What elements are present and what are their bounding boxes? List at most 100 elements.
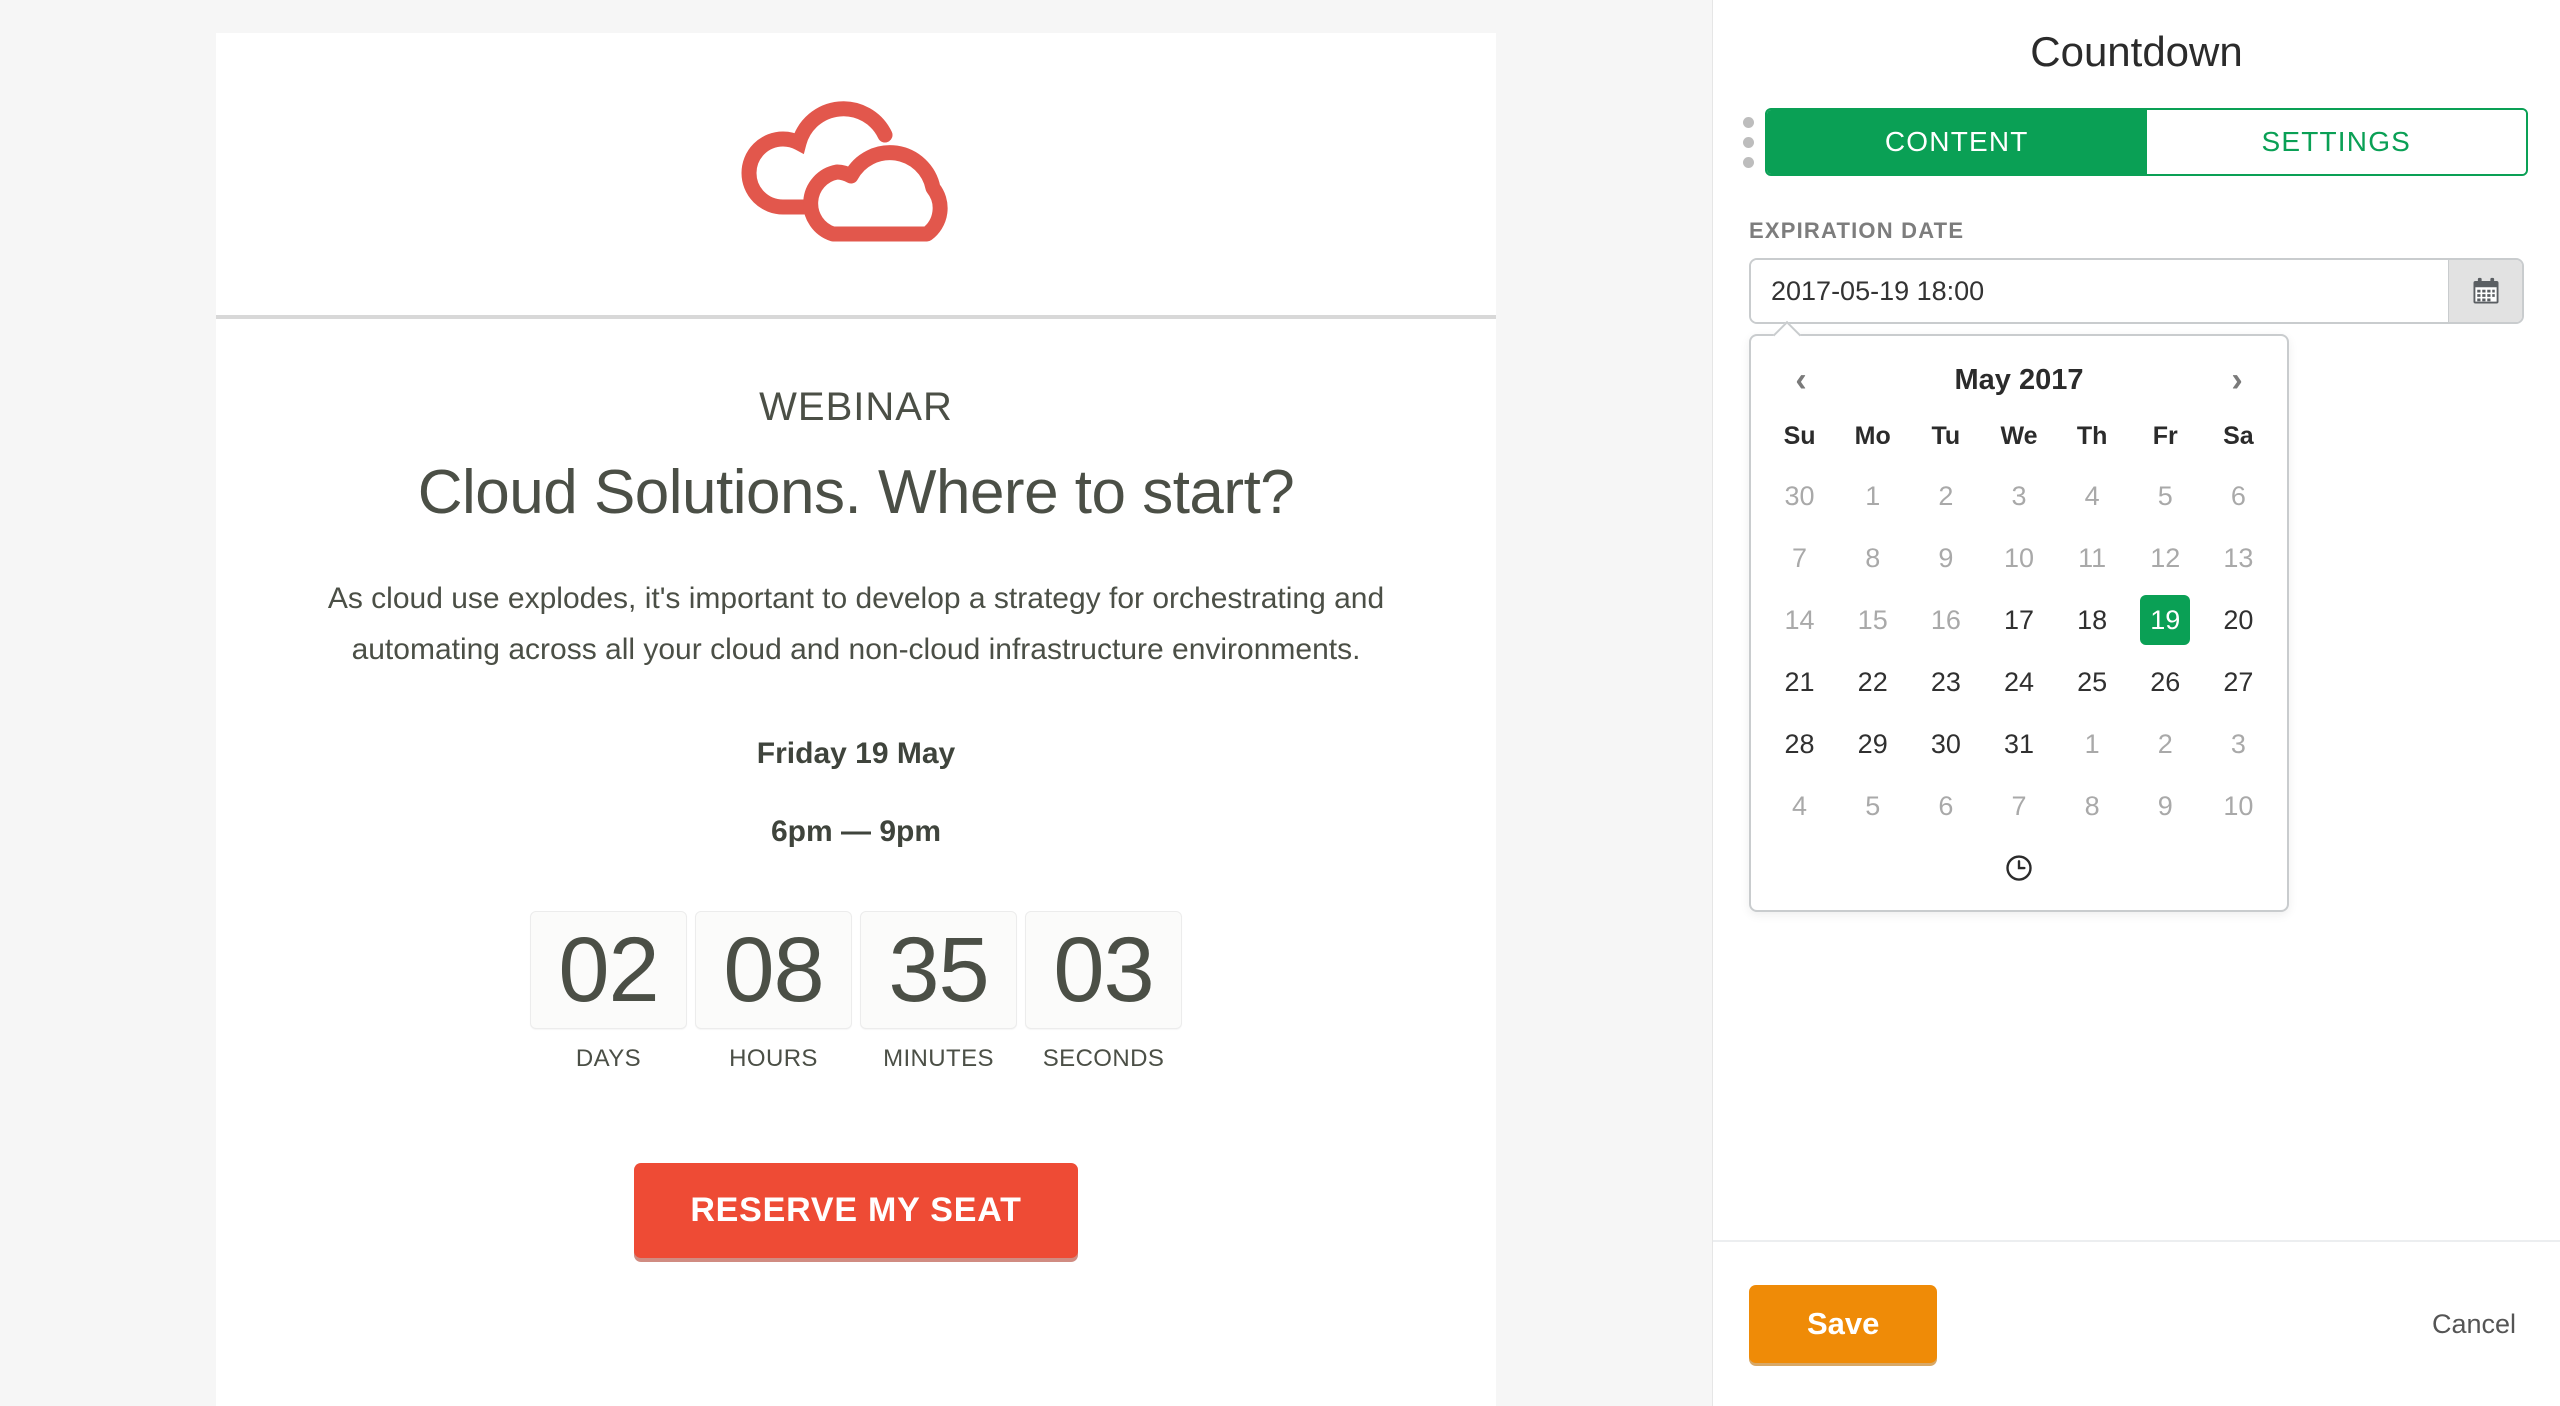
countdown-value: 02 [558,919,659,1022]
email-eyebrow[interactable]: WEBINAR [280,383,1432,431]
datepicker-day[interactable]: 3 [1994,471,2044,521]
datepicker-week-row: 4 5 6 7 8 9 10 [1763,775,2275,837]
datepicker-day[interactable]: 14 [1775,595,1825,645]
datepicker-day[interactable]: 20 [2213,595,2263,645]
email-event-time[interactable]: 6pm — 9pm [280,815,1432,849]
countdown-box: 35 [860,911,1017,1030]
datepicker-day[interactable]: 17 [1994,595,2044,645]
datepicker-cell: 15 [1836,589,1909,651]
datepicker-day[interactable]: 30 [1775,471,1825,521]
next-month-icon[interactable]: › [2215,360,2259,400]
datepicker-week-row: 21 22 23 24 25 26 27 [1763,651,2275,713]
datepicker-day[interactable]: 9 [2140,781,2190,831]
datepicker-day[interactable]: 8 [2067,781,2117,831]
expiration-date-input[interactable] [1751,260,2448,322]
cta-block: RESERVE MY SEAT [280,1163,1432,1259]
datepicker-cell: 18 [2056,589,2129,651]
datepicker-cell: 6 [1909,775,1982,837]
clock-icon[interactable] [2004,853,2034,883]
datepicker-day[interactable]: 29 [1848,719,1898,769]
datepicker-day[interactable]: 15 [1848,595,1898,645]
datepicker-cell: 27 [2202,651,2275,713]
weekday-th: Th [2076,422,2108,450]
datepicker-cell: 5 [2129,465,2202,527]
datepicker-day[interactable]: 22 [1848,657,1898,707]
datepicker-day[interactable]: 8 [1848,533,1898,583]
countdown-box: 03 [1025,911,1182,1030]
datepicker-day[interactable]: 30 [1921,719,1971,769]
email-headline[interactable]: Cloud Solutions. Where to start? [280,457,1432,528]
datepicker-day[interactable]: 1 [1848,471,1898,521]
datepicker-day[interactable]: 12 [2140,533,2190,583]
datepicker-day[interactable]: 11 [2067,533,2117,583]
prev-month-icon[interactable]: ‹ [1779,360,1823,400]
datepicker-day[interactable]: 7 [1994,781,2044,831]
datepicker-day[interactable]: 5 [1848,781,1898,831]
datepicker-day[interactable]: 28 [1775,719,1825,769]
datepicker-day[interactable]: 31 [1994,719,2044,769]
datepicker-day[interactable]: 13 [2213,533,2263,583]
email-sheet: WEBINAR Cloud Solutions. Where to start?… [216,33,1496,1406]
datepicker-cell: 19 [2129,589,2202,651]
datepicker-day[interactable]: 5 [2140,471,2190,521]
reserve-my-seat-button[interactable]: RESERVE MY SEAT [634,1163,1078,1259]
app-root: WEBINAR Cloud Solutions. Where to start?… [0,0,2560,1406]
datepicker-day[interactable]: 10 [2213,781,2263,831]
datepicker-cell: 11 [2056,527,2129,589]
datepicker-cell: 30 [1763,465,1836,527]
datepicker-month-label[interactable]: May 2017 [1955,364,2084,397]
datepicker-day[interactable]: 27 [2213,657,2263,707]
datepicker-cell: 24 [1982,651,2055,713]
countdown-unit-hours: 08 HOURS [695,911,852,1073]
datepicker-cell: 9 [1909,527,1982,589]
datepicker-day[interactable]: 2 [2140,719,2190,769]
save-button[interactable]: Save [1749,1285,1938,1363]
datepicker-cell: 2 [2129,713,2202,775]
datepicker-cell: 4 [1763,775,1836,837]
tab-settings[interactable]: SETTINGS [2146,110,2526,174]
datepicker-day[interactable]: 9 [1921,533,1971,583]
weekday-tu: Tu [1931,422,1961,450]
datepicker-grid: Su Mo Tu We Th Fr Sa 30 1 2 3 4 5 6 7 8 9 10 11 12 13… [1763,410,2275,837]
datepicker-cell: 5 [1836,775,1909,837]
datepicker-day[interactable]: 25 [2067,657,2117,707]
datepicker-day[interactable]: 18 [2067,595,2117,645]
email-body-block: WEBINAR Cloud Solutions. Where to start?… [216,319,1496,1259]
email-event-date[interactable]: Friday 19 May [280,737,1432,771]
datepicker-day[interactable]: 6 [1921,781,1971,831]
drag-handle-icon[interactable] [1731,116,1765,168]
datepicker-cell: 7 [1763,527,1836,589]
panel-tabs-row: CONTENT SETTINGS [1713,108,2560,176]
datepicker-day[interactable]: 1 [2067,719,2117,769]
datepicker-day[interactable]: 7 [1775,533,1825,583]
datepicker-day[interactable]: 23 [1921,657,1971,707]
datepicker-day[interactable]: 10 [1994,533,2044,583]
datepicker-day[interactable]: 3 [2213,719,2263,769]
datepicker-day[interactable]: 6 [2213,471,2263,521]
expiration-date-group [1749,258,2524,324]
cancel-button[interactable]: Cancel [2432,1309,2516,1340]
datepicker-day[interactable]: 4 [1775,781,1825,831]
datepicker-cell: 1 [1836,465,1909,527]
datepicker-day[interactable]: 16 [1921,595,1971,645]
weekday-header-row: Su Mo Tu We Th Fr Sa [1763,410,2275,465]
countdown-label: MINUTES [883,1045,994,1073]
countdown-timer[interactable]: 02 DAYS 08 HOURS 35 MINUTES 03 SECONDS [280,911,1432,1073]
datepicker-day[interactable]: 26 [2140,657,2190,707]
calendar-icon[interactable] [2448,260,2522,322]
datepicker-day[interactable]: 2 [1921,471,1971,521]
datepicker-cell: 12 [2129,527,2202,589]
weekday-mo: Mo [1854,422,1891,450]
email-header-block[interactable] [216,33,1496,315]
datepicker-cell: 20 [2202,589,2275,651]
datepicker-day[interactable]: 4 [2067,471,2117,521]
countdown-value: 08 [723,919,824,1022]
tab-content[interactable]: CONTENT [1767,110,2147,174]
weekday-fr: Fr [2152,422,2178,450]
datepicker-week-row: 7 8 9 10 11 12 13 [1763,527,2275,589]
datepicker-day[interactable]: 21 [1775,657,1825,707]
datepicker-day[interactable]: 24 [1994,657,2044,707]
email-subcopy[interactable]: As cloud use explodes, it's important to… [306,574,1406,675]
datepicker-cell: 2 [1909,465,1982,527]
datepicker-day-selected[interactable]: 19 [2140,595,2191,645]
